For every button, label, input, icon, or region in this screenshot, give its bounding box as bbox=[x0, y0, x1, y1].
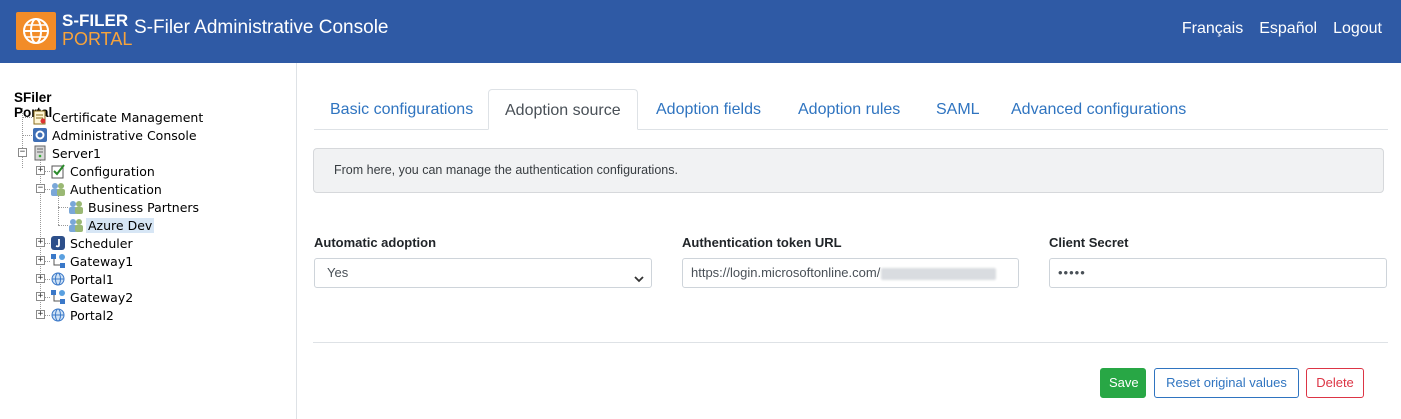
tree-item-configuration[interactable]: Configuration bbox=[50, 162, 157, 180]
client-secret-value: ••••• bbox=[1058, 265, 1086, 280]
form-divider bbox=[313, 342, 1388, 343]
server-icon bbox=[32, 145, 48, 161]
tab-bar: Basic configurations Adoption source Ado… bbox=[314, 89, 1388, 130]
token-url-field[interactable]: https://login.microsoftonline.com/ bbox=[682, 258, 1019, 288]
portal-globe-icon bbox=[50, 307, 66, 323]
save-button[interactable]: Save bbox=[1100, 368, 1146, 398]
tree-item-certificate-management[interactable]: Certificate Management bbox=[32, 108, 205, 126]
tree-item-gateway2[interactable]: Gateway2 bbox=[50, 288, 135, 306]
tree-label: Authentication bbox=[70, 181, 162, 197]
redacted-text bbox=[881, 267, 997, 280]
expand-scheduler-toggle[interactable]: + bbox=[36, 238, 45, 247]
client-secret-field[interactable]: ••••• bbox=[1049, 258, 1387, 288]
tab-basic-configurations[interactable]: Basic configurations bbox=[314, 89, 489, 130]
collapse-authentication-toggle[interactable]: − bbox=[36, 184, 45, 193]
logo-text: S-FILER PORTAL bbox=[62, 11, 133, 49]
logo-line1: S-FILER bbox=[62, 11, 129, 30]
tree-item-scheduler[interactable]: Scheduler bbox=[50, 234, 135, 252]
tree-item-business-partners[interactable]: Business Partners bbox=[68, 198, 201, 216]
expand-portal2-toggle[interactable]: + bbox=[36, 310, 45, 319]
tree-label: Configuration bbox=[70, 163, 155, 179]
tree-label: Gateway1 bbox=[70, 253, 134, 269]
tree-root-label[interactable]: SFiler Portal bbox=[14, 90, 52, 120]
users-group-icon bbox=[68, 199, 84, 215]
tab-adoption-fields[interactable]: Adoption fields bbox=[640, 89, 777, 130]
tree-item-server1[interactable]: Server1 bbox=[32, 144, 103, 162]
app-title: S-Filer Administrative Console bbox=[134, 17, 389, 38]
tree-label: Certificate Management bbox=[52, 109, 204, 125]
users-group-icon bbox=[68, 217, 84, 233]
tab-adoption-rules[interactable]: Adoption rules bbox=[782, 89, 916, 130]
tree-item-administrative-console[interactable]: Administrative Console bbox=[32, 126, 199, 144]
francais-link[interactable]: Français bbox=[1182, 20, 1243, 38]
gateway-network-icon bbox=[50, 289, 66, 305]
users-group-icon bbox=[50, 181, 66, 197]
automatic-adoption-label: Automatic adoption bbox=[314, 235, 437, 250]
tree-label: Azure Dev bbox=[86, 217, 155, 233]
logout-link[interactable]: Logout bbox=[1333, 20, 1382, 38]
chevron-down-icon bbox=[633, 267, 645, 287]
tab-saml[interactable]: SAML bbox=[920, 89, 996, 130]
tree-label: Portal1 bbox=[70, 271, 114, 287]
expand-portal1-toggle[interactable]: + bbox=[36, 274, 45, 283]
sidebar: SFiler Portal Certificate Management Adm… bbox=[0, 63, 297, 419]
tree-label: Server1 bbox=[52, 145, 101, 161]
checklist-icon bbox=[50, 163, 66, 179]
globe-logo-icon bbox=[16, 12, 56, 50]
tree-item-azure-dev[interactable]: Azure Dev bbox=[68, 216, 155, 234]
expand-gateway2-toggle[interactable]: + bbox=[36, 292, 45, 301]
portal-globe-icon bbox=[50, 271, 66, 287]
console-gear-icon bbox=[32, 127, 48, 143]
tree-item-portal1[interactable]: Portal1 bbox=[50, 270, 116, 288]
tree-item-authentication[interactable]: Authentication bbox=[50, 180, 164, 198]
tree-label: Administrative Console bbox=[52, 127, 197, 143]
logo-line2: PORTAL bbox=[62, 29, 133, 49]
tab-advanced-configurations[interactable]: Advanced configurations bbox=[995, 89, 1202, 130]
tab-adoption-source[interactable]: Adoption source bbox=[488, 89, 638, 130]
reset-original-values-button[interactable]: Reset original values bbox=[1154, 368, 1299, 398]
top-header: S-FILER PORTAL S-Filer Administrative Co… bbox=[0, 0, 1401, 63]
tree-item-gateway1[interactable]: Gateway1 bbox=[50, 252, 135, 270]
gateway-network-icon bbox=[50, 253, 66, 269]
certificate-icon bbox=[32, 109, 48, 125]
tree-label: Business Partners bbox=[88, 199, 200, 215]
token-url-label: Authentication token URL bbox=[682, 235, 842, 250]
info-alert: From here, you can manage the authentica… bbox=[313, 148, 1384, 193]
scheduler-icon bbox=[50, 235, 66, 251]
selected-value: Yes bbox=[327, 265, 349, 280]
token-url-value: https://login.microsoftonline.com/ bbox=[691, 265, 881, 280]
tree-label: Gateway2 bbox=[70, 289, 134, 305]
client-secret-label: Client Secret bbox=[1049, 235, 1129, 250]
tree-label: Scheduler bbox=[70, 235, 133, 251]
expand-gateway1-toggle[interactable]: + bbox=[36, 256, 45, 265]
collapse-server1-toggle[interactable]: − bbox=[18, 148, 27, 157]
tree-label: Portal2 bbox=[70, 307, 114, 323]
expand-configuration-toggle[interactable]: + bbox=[36, 166, 45, 175]
tree-item-portal2[interactable]: Portal2 bbox=[50, 306, 116, 324]
header-links: Français Español Logout bbox=[1182, 20, 1382, 38]
delete-button[interactable]: Delete bbox=[1306, 368, 1364, 398]
automatic-adoption-select[interactable]: Yes bbox=[314, 258, 652, 288]
espanol-link[interactable]: Español bbox=[1259, 20, 1317, 38]
